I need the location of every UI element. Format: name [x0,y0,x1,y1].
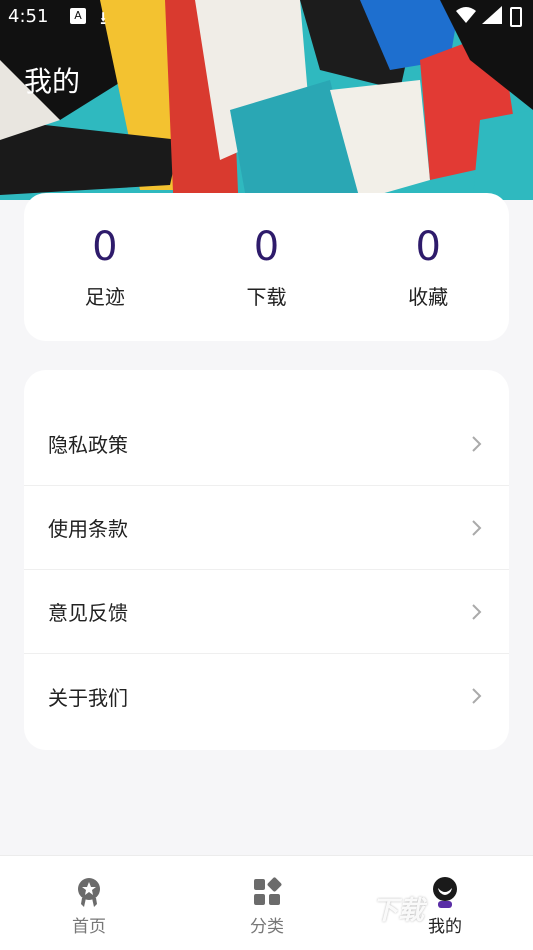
wifi-icon [455,6,477,29]
nav-item-home[interactable]: 首页 [24,856,154,950]
stat-footprint[interactable]: 0 足迹 [24,193,186,341]
stat-value: 0 [415,224,441,270]
chevron-right-icon [472,688,482,704]
badge-icon [78,878,100,907]
stat-value: 0 [92,224,118,270]
status-bar: 4:51 A ⭳ [0,0,533,36]
menu-item-label: 关于我们 [48,685,128,710]
page-title: 我的 [24,65,81,98]
menu-card: 隐私政策 使用条款 意见反馈 关于我们 [24,370,509,750]
menu-item-about-us[interactable]: 关于我们 [24,654,509,738]
menu-item-label: 使用条款 [48,517,128,541]
nav-label: 分类 [250,917,284,937]
download-icon: ⭳ [100,8,107,29]
stat-label: 足迹 [84,285,125,309]
status-time: 4:51 [8,6,49,27]
signal-icon [482,6,502,29]
profile-icon [433,877,457,908]
menu-item-feedback[interactable]: 意见反馈 [24,570,509,654]
keyboard-a-icon: A [70,8,86,24]
stat-label: 收藏 [408,285,449,309]
watermark: 下载 [372,896,425,926]
chevron-right-icon [472,519,482,536]
nav-item-category[interactable]: 分类 [202,856,332,950]
grid-icon [254,877,282,905]
menu-item-label: 隐私政策 [48,433,128,457]
menu-item-terms[interactable]: 使用条款 [24,486,509,570]
stat-downloads[interactable]: 0 下载 [186,193,348,341]
stat-label: 下载 [246,285,287,309]
bottom-nav: 首页 分类 我的 [0,855,533,950]
chevron-right-icon [472,603,482,620]
stat-favorites[interactable]: 0 收藏 [347,193,509,341]
battery-icon [510,7,522,27]
nav-label: 首页 [72,917,106,937]
chevron-right-icon [472,435,482,452]
menu-item-label: 意见反馈 [48,601,128,625]
stats-card: 0 足迹 0 下载 0 收藏 [24,193,509,341]
menu-item-privacy-policy[interactable]: 隐私政策 [24,402,509,486]
stat-value: 0 [253,224,280,270]
